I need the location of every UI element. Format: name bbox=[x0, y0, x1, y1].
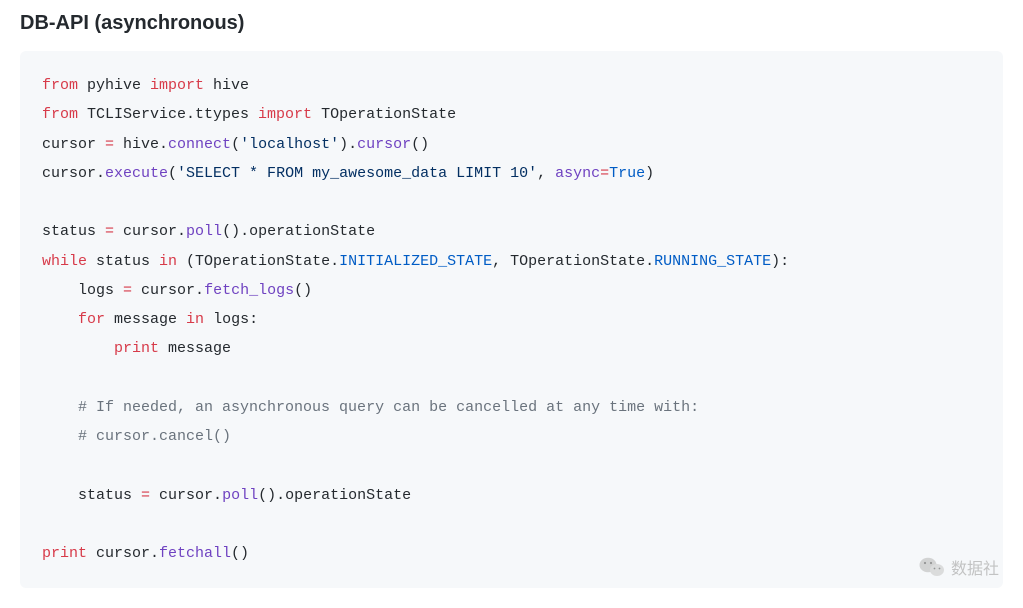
fn-cursor: cursor bbox=[357, 136, 411, 153]
document-wrap: DB-API (asynchronous) from pyhive import… bbox=[0, 0, 1023, 608]
section-title: DB-API (asynchronous) bbox=[20, 12, 1003, 35]
kw-in: in bbox=[159, 253, 177, 270]
kw-import: import bbox=[150, 77, 204, 94]
comment: # If needed, an asynchronous query can b… bbox=[78, 399, 699, 416]
fn-execute: execute bbox=[105, 165, 168, 182]
str-query: 'SELECT * FROM my_awesome_data LIMIT 10' bbox=[177, 165, 537, 182]
kw-while: while bbox=[42, 253, 87, 270]
fn-connect: connect bbox=[168, 136, 231, 153]
kw-from: from bbox=[42, 106, 78, 123]
fn-poll: poll bbox=[186, 223, 222, 240]
const-running-state: RUNNING_STATE bbox=[654, 253, 771, 270]
kw-in: in bbox=[186, 311, 204, 328]
kw-print: print bbox=[42, 545, 87, 562]
kw-for: for bbox=[78, 311, 105, 328]
comment: # cursor.cancel() bbox=[78, 428, 231, 445]
const-init-state: INITIALIZED_STATE bbox=[339, 253, 492, 270]
fn-poll: poll bbox=[222, 487, 258, 504]
kw-from: from bbox=[42, 77, 78, 94]
kw-import: import bbox=[258, 106, 312, 123]
fn-fetchall: fetchall bbox=[159, 545, 231, 562]
const-true: True bbox=[609, 165, 645, 182]
kw-async: async bbox=[555, 165, 600, 182]
code-block: from pyhive import hive from TCLIService… bbox=[20, 51, 1003, 588]
str-host: 'localhost' bbox=[240, 136, 339, 153]
kw-print: print bbox=[114, 340, 159, 357]
fn-fetch-logs: fetch_logs bbox=[204, 282, 294, 299]
